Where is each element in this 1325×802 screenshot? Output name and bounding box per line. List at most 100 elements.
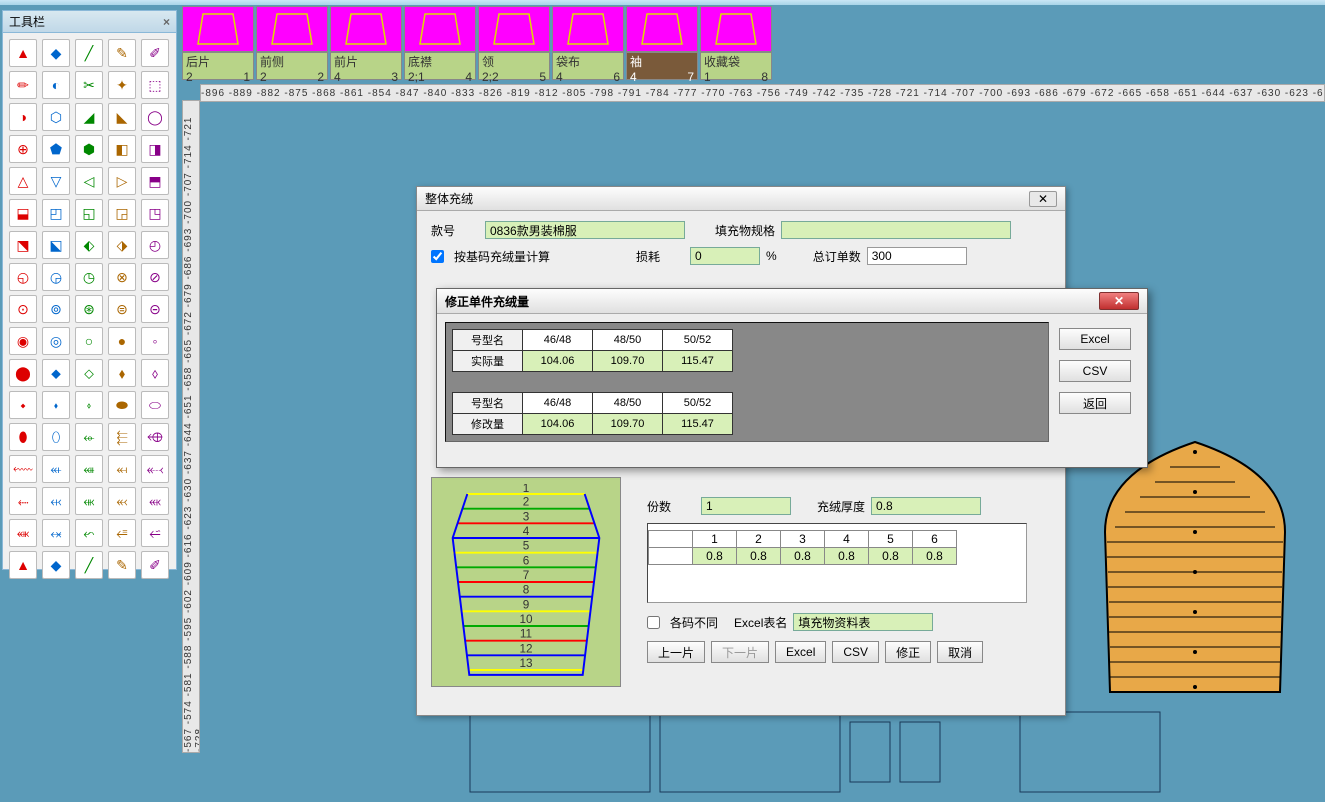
tool-48[interactable]: ● <box>108 327 136 355</box>
tool-56[interactable]: ⬪ <box>42 391 70 419</box>
tool-71[interactable]: ⬹ <box>42 487 70 515</box>
tool-77[interactable]: ⬿ <box>75 519 103 547</box>
sub-csv-button[interactable]: CSV <box>1059 360 1131 382</box>
input-excel-sheet[interactable] <box>793 613 933 631</box>
tool-64[interactable]: ⬲ <box>141 423 169 451</box>
tool-69[interactable]: ⬷ <box>141 455 169 483</box>
tool-15[interactable]: ⊕ <box>9 135 37 163</box>
piece-收藏袋[interactable]: 收藏袋18 <box>700 6 772 82</box>
tool-47[interactable]: ○ <box>75 327 103 355</box>
tool-3[interactable]: ✎ <box>108 39 136 67</box>
input-fill-spec[interactable] <box>781 221 1011 239</box>
checkbox-calc-base[interactable] <box>431 250 444 263</box>
tool-75[interactable]: ⬽ <box>9 519 37 547</box>
tool-50[interactable]: ⬤ <box>9 359 37 387</box>
tool-13[interactable]: ◣ <box>108 103 136 131</box>
tool-60[interactable]: ⬮ <box>9 423 37 451</box>
tool-39[interactable]: ⊘ <box>141 263 169 291</box>
tool-25[interactable]: ⬓ <box>9 199 37 227</box>
tool-65[interactable]: ⬳ <box>9 455 37 483</box>
tool-42[interactable]: ⊛ <box>75 295 103 323</box>
tool-55[interactable]: ⬩ <box>9 391 37 419</box>
dialog-close-icon[interactable]: ✕ <box>1029 191 1057 207</box>
tool-41[interactable]: ⊚ <box>42 295 70 323</box>
piece-后片[interactable]: 后片21 <box>182 6 254 82</box>
tool-34[interactable]: ◴ <box>141 231 169 259</box>
tool-78[interactable]: ⭀ <box>108 519 136 547</box>
tool-49[interactable]: ◦ <box>141 327 169 355</box>
tool-23[interactable]: ▷ <box>108 167 136 195</box>
tool-4[interactable]: ✐ <box>141 39 169 67</box>
tool-16[interactable]: ⬟ <box>42 135 70 163</box>
tool-8[interactable]: ✦ <box>108 71 136 99</box>
tool-33[interactable]: ⬗ <box>108 231 136 259</box>
tool-1[interactable]: ◆ <box>42 39 70 67</box>
tool-53[interactable]: ⬧ <box>108 359 136 387</box>
tool-62[interactable]: ⬰ <box>75 423 103 451</box>
tool-83[interactable]: ✎ <box>108 551 136 579</box>
tool-74[interactable]: ⬼ <box>141 487 169 515</box>
sub-excel-button[interactable]: Excel <box>1059 328 1131 350</box>
tool-14[interactable]: ◯ <box>141 103 169 131</box>
tool-37[interactable]: ◷ <box>75 263 103 291</box>
tool-6[interactable]: ◐ <box>42 71 70 99</box>
prev-piece-button[interactable]: 上一片 <box>647 641 705 663</box>
tool-52[interactable]: ⬦ <box>75 359 103 387</box>
tool-27[interactable]: ◱ <box>75 199 103 227</box>
tool-57[interactable]: ⬫ <box>75 391 103 419</box>
tool-58[interactable]: ⬬ <box>108 391 136 419</box>
cancel-button[interactable]: 取消 <box>937 641 983 663</box>
tool-66[interactable]: ⬴ <box>42 455 70 483</box>
tool-72[interactable]: ⬺ <box>75 487 103 515</box>
input-total-orders[interactable] <box>867 247 967 265</box>
tool-22[interactable]: ◁ <box>75 167 103 195</box>
tool-70[interactable]: ⬸ <box>9 487 37 515</box>
input-loss[interactable] <box>690 247 760 265</box>
tool-19[interactable]: ◨ <box>141 135 169 163</box>
tool-67[interactable]: ⬵ <box>75 455 103 483</box>
piece-前片[interactable]: 前片43 <box>330 6 402 82</box>
sub-back-button[interactable]: 返回 <box>1059 392 1131 414</box>
tool-2[interactable]: ╱ <box>75 39 103 67</box>
tool-11[interactable]: ⬡ <box>42 103 70 131</box>
csv-button[interactable]: CSV <box>832 641 879 663</box>
tool-79[interactable]: ⭁ <box>141 519 169 547</box>
piece-前侧[interactable]: 前侧22 <box>256 6 328 82</box>
tool-0[interactable]: ▲ <box>9 39 37 67</box>
tool-26[interactable]: ◰ <box>42 199 70 227</box>
tool-7[interactable]: ✂ <box>75 71 103 99</box>
tool-54[interactable]: ⬨ <box>141 359 169 387</box>
piece-袖[interactable]: 袖47 <box>626 6 698 82</box>
tool-76[interactable]: ⬾ <box>42 519 70 547</box>
tool-43[interactable]: ⊜ <box>108 295 136 323</box>
input-style-no[interactable] <box>485 221 685 239</box>
tool-38[interactable]: ⊗ <box>108 263 136 291</box>
tool-36[interactable]: ◶ <box>42 263 70 291</box>
tool-82[interactable]: ╱ <box>75 551 103 579</box>
tool-30[interactable]: ⬔ <box>9 231 37 259</box>
tool-28[interactable]: ◲ <box>108 199 136 227</box>
tool-40[interactable]: ⊙ <box>9 295 37 323</box>
tool-24[interactable]: ⬒ <box>141 167 169 195</box>
tool-5[interactable]: ✏ <box>9 71 37 99</box>
tool-35[interactable]: ◵ <box>9 263 37 291</box>
tool-9[interactable]: ⬚ <box>141 71 169 99</box>
excel-button[interactable]: Excel <box>775 641 826 663</box>
thickness-table-scroll[interactable]: 1234560.80.80.80.80.80.8 <box>647 523 1027 603</box>
checkbox-diff-sizes[interactable] <box>647 616 660 629</box>
tool-46[interactable]: ◎ <box>42 327 70 355</box>
tool-20[interactable]: △ <box>9 167 37 195</box>
input-count[interactable] <box>701 497 791 515</box>
tool-10[interactable]: ◑ <box>9 103 37 131</box>
piece-领[interactable]: 领2;25 <box>478 6 550 82</box>
tool-59[interactable]: ⬭ <box>141 391 169 419</box>
next-piece-button[interactable]: 下一片 <box>711 641 769 663</box>
tool-80[interactable]: ▲ <box>9 551 37 579</box>
tool-84[interactable]: ✐ <box>141 551 169 579</box>
tool-32[interactable]: ⬖ <box>75 231 103 259</box>
correct-button[interactable]: 修正 <box>885 641 931 663</box>
tool-44[interactable]: ⊝ <box>141 295 169 323</box>
tool-17[interactable]: ⬢ <box>75 135 103 163</box>
subdialog-close-icon[interactable]: ✕ <box>1099 292 1139 310</box>
tool-18[interactable]: ◧ <box>108 135 136 163</box>
